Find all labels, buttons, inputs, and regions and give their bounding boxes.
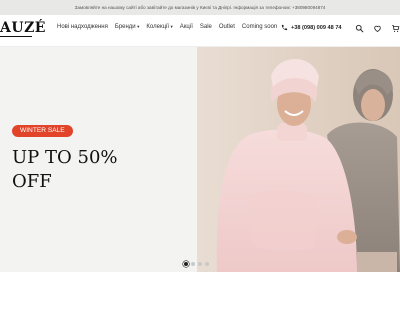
site-header: AUZÉ Нові надходження Бренди ▾ Колекції ▾ …: [0, 15, 400, 47]
nav-item-coming-soon[interactable]: Coming soon: [242, 24, 277, 30]
logo[interactable]: AUZÉ: [0, 21, 46, 35]
nav-item-new-arrivals[interactable]: Нові надходження: [57, 24, 108, 30]
nav-item-sale[interactable]: Sale: [200, 24, 212, 30]
announcement-text: Замовляйте на нашому сайті або завітайте…: [74, 5, 326, 10]
nav-item-brands[interactable]: Бренди ▾: [115, 24, 140, 30]
search-icon[interactable]: [355, 24, 364, 33]
chevron-down-icon: ▾: [170, 24, 173, 29]
nav-item-outlet[interactable]: Outlet: [219, 24, 235, 30]
hero-headline-line2: OFF: [12, 171, 52, 192]
phone-number: +38 (098) 009 48 74: [291, 24, 342, 31]
hero-headline: UP TO 50% OFF: [12, 146, 187, 194]
nav-item-collections[interactable]: Колекції ▾: [146, 24, 172, 30]
slider-dot-4[interactable]: [205, 262, 209, 266]
chevron-down-icon: ▾: [137, 24, 140, 29]
main-nav: Нові надходження Бренди ▾ Колекції ▾ Акції…: [57, 24, 277, 30]
slider-dot-3[interactable]: [198, 262, 202, 266]
heart-icon[interactable]: [373, 24, 382, 33]
sale-badge: WINTER SALE: [12, 125, 73, 137]
hero-text-panel: WINTER SALE UP TO 50% OFF: [0, 47, 197, 272]
announcement-bar: Замовляйте на нашому сайті або завітайте…: [0, 0, 400, 15]
hero-headline-line1: UP TO 50%: [12, 147, 118, 168]
hero-banner[interactable]: WINTER SALE UP TO 50% OFF: [0, 47, 400, 272]
nav-item-promotions[interactable]: Акції: [180, 24, 193, 30]
hero-photo: [197, 47, 400, 272]
cart-icon[interactable]: [391, 24, 400, 33]
phone-icon: [281, 24, 288, 31]
slider-dot-2[interactable]: [191, 262, 195, 266]
logo-underline: [0, 36, 32, 37]
slider-dot-1[interactable]: [184, 262, 188, 266]
phone-link[interactable]: +38 (098) 009 48 74: [281, 24, 342, 31]
slider-dots: [184, 262, 209, 266]
